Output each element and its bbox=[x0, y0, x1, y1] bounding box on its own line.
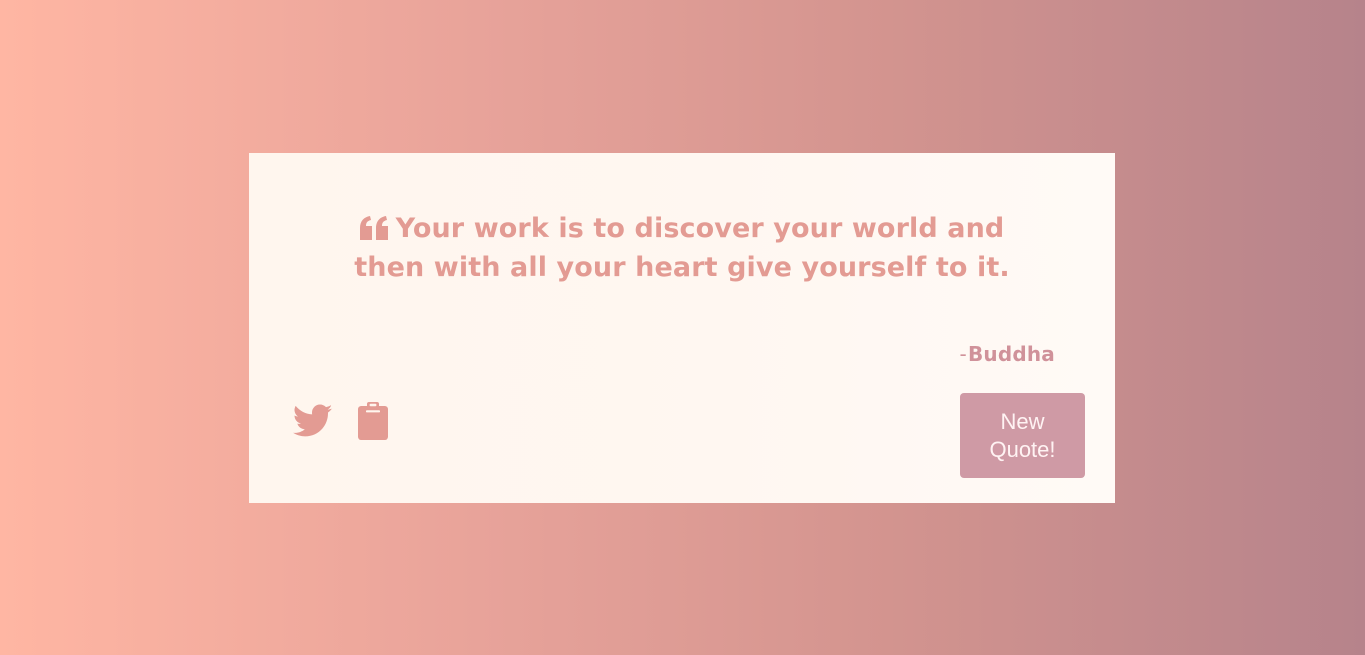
quote-left-icon bbox=[359, 216, 388, 240]
twitter-icon bbox=[293, 404, 333, 437]
new-quote-button[interactable]: New Quote! bbox=[960, 393, 1085, 478]
tweet-button[interactable] bbox=[293, 401, 333, 441]
quote-card: Your work is to discover your world and … bbox=[249, 153, 1115, 503]
author-name: Buddha bbox=[967, 342, 1055, 366]
quote-author: -Buddha bbox=[960, 341, 1055, 367]
new-quote-label: New Quote! bbox=[989, 408, 1056, 462]
clipboard-icon bbox=[358, 402, 388, 440]
share-actions bbox=[293, 401, 393, 441]
author-prefix: - bbox=[959, 342, 967, 366]
quote-text: Your work is to discover your world and … bbox=[354, 213, 1010, 283]
quote-block: Your work is to discover your world and … bbox=[339, 209, 1025, 287]
copy-button[interactable] bbox=[353, 401, 393, 441]
